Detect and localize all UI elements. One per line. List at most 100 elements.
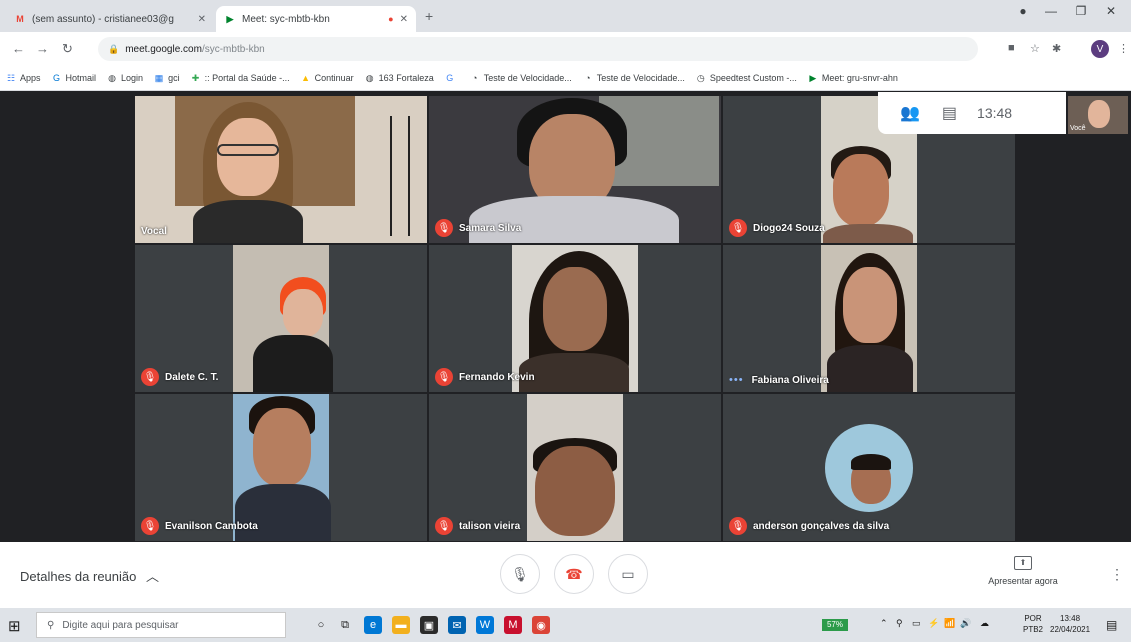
language-code: POR	[1024, 614, 1042, 623]
participant-name: Fabiana Oliveira	[751, 374, 829, 386]
forward-button[interactable]: →	[36, 41, 49, 56]
tray-app-icon[interactable]: ⚲	[896, 618, 903, 629]
camera-permission-icon[interactable]: ■	[1008, 42, 1015, 54]
bookmark-portal[interactable]: ✚:: Portal da Saúde -...	[191, 73, 290, 83]
bookmark-meet[interactable]: ▶ Meet: gru-snvr-ahn	[808, 73, 898, 83]
language-indicator[interactable]: POR PTB2	[1023, 613, 1043, 635]
participant-tile[interactable]: Vocal	[135, 96, 427, 243]
taskbar-search-placeholder: Digite aqui para pesquisar	[62, 619, 179, 631]
more-options-button[interactable]: ⋮	[1110, 566, 1124, 583]
tab-title: (sem assunto) - cristianee03@g	[32, 13, 174, 25]
bookmark-icon: ▦	[154, 73, 164, 83]
search-icon: ⚲	[47, 619, 55, 631]
chat-icon[interactable]: ▤	[942, 103, 957, 123]
tab-gmail[interactable]: M (sem assunto) - cristianee03@g ✕	[6, 6, 214, 32]
drive-icon: ▲	[301, 73, 311, 83]
portal-icon: ✚	[191, 73, 200, 83]
participant-tile[interactable]: 🎙 Samara Silva	[429, 96, 721, 243]
participant-tile[interactable]: 🎙 talison vieira	[429, 394, 721, 541]
address-bar[interactable]: 🔒 meet.google.com/syc-mbtb-kbn	[98, 37, 978, 61]
network-icon[interactable]: 📶	[944, 618, 955, 629]
volume-icon[interactable]: 🔊	[960, 618, 971, 629]
speedtest-icon: ◷	[696, 73, 705, 83]
reload-button[interactable]: ↻	[62, 41, 73, 57]
maximize-button[interactable]: ❐	[1066, 4, 1096, 18]
back-button[interactable]: ←	[12, 41, 25, 56]
chrome-icon[interactable]: ◉	[532, 616, 550, 634]
speed-icon: ◔	[585, 73, 591, 83]
present-now-button[interactable]: ⬆ Apresentar agora	[983, 556, 1063, 586]
taskbar-search[interactable]: ⚲ Digite aqui para pesquisar	[36, 612, 286, 638]
close-tab-icon[interactable]: ✕	[400, 14, 408, 25]
mic-off-icon: 🎙	[435, 517, 453, 535]
store-icon[interactable]: ▣	[420, 616, 438, 634]
bookmark-speed-1[interactable]: ◔ Teste de Velocidade...	[470, 73, 572, 83]
participant-tile[interactable]: 🎙 Dalete C. T.	[135, 245, 427, 392]
usb-icon[interactable]: ⚡	[928, 618, 939, 629]
bookmark-google[interactable]: GG	[445, 73, 459, 83]
mic-off-icon: 🎙	[729, 517, 747, 535]
mic-button[interactable]: 🎙	[500, 554, 540, 594]
present-now-label: Apresentar agora	[988, 576, 1058, 586]
extensions-icon[interactable]: ✱	[1052, 42, 1061, 55]
word-icon[interactable]: W	[476, 616, 494, 634]
edge-icon[interactable]: e	[364, 616, 382, 634]
task-view-icon[interactable]: ⧉	[336, 616, 354, 634]
profile-avatar[interactable]: V	[1091, 40, 1109, 58]
gmail-icon: M	[16, 14, 24, 24]
self-view-tile[interactable]: Você	[1068, 96, 1128, 134]
notifications-icon[interactable]: ▤	[1106, 618, 1117, 632]
minimize-button[interactable]: —	[1036, 4, 1066, 18]
tab-meet[interactable]: ▶ Meet: syc-mbtb-kbn ● ✕	[216, 6, 416, 32]
glasses-image	[217, 144, 279, 156]
mic-off-icon: 🎙	[435, 219, 453, 237]
bookmark-login[interactable]: ◍ Login	[107, 73, 143, 83]
mail-icon[interactable]: ✉	[448, 616, 466, 634]
system-clock[interactable]: 13:48 22/04/2021	[1050, 613, 1090, 635]
bookmark-apps[interactable]: ☷ Apps	[6, 73, 41, 83]
star-icon[interactable]: ☆	[1030, 42, 1040, 55]
bookmark-continuar[interactable]: ▲ Continuar	[301, 73, 354, 83]
bookmark-label: Login	[121, 73, 144, 83]
participant-name: anderson gonçalves da silva	[753, 520, 890, 532]
bookmark-label: Speedtest Custom -...	[709, 73, 797, 83]
participant-name: Samara Silva	[459, 222, 522, 234]
battery-icon[interactable]: ▭	[912, 618, 921, 629]
mcafee-icon[interactable]: M	[504, 616, 522, 634]
meeting-clock: 13:48	[977, 105, 1013, 121]
close-tab-icon[interactable]: ✕	[198, 14, 206, 25]
participant-tile[interactable]: 🎙 anderson gonçalves da silva	[723, 394, 1015, 541]
participant-name: talison vieira	[459, 520, 521, 532]
new-tab-button[interactable]: +	[425, 8, 433, 24]
meeting-details-button[interactable]: Detalhes da reunião ︿	[20, 566, 159, 585]
url-host: meet.google.com	[125, 43, 202, 55]
bookmark-hotmail[interactable]: G Hotmail	[52, 73, 96, 83]
close-window-button[interactable]: ✕	[1096, 4, 1126, 18]
meet-icon: ▶	[809, 73, 817, 83]
meet-stage: Vocal 🎙 Samara Silva 🎙 Diogo24 Souza 🎙 D…	[0, 92, 1131, 542]
tab-title: Meet: syc-mbtb-kbn	[242, 13, 330, 25]
participant-tile[interactable]: ••• Fabiana Oliveira	[723, 245, 1015, 392]
bookmark-label: Teste de Velocidade...	[483, 73, 572, 83]
file-explorer-icon[interactable]: ▬	[392, 616, 410, 634]
participant-tile[interactable]: 🎙 Fernando Kevin	[429, 245, 721, 392]
bookmark-speed-2[interactable]: ◔ Teste de Velocidade...	[583, 73, 685, 83]
speed-icon: ◔	[472, 73, 478, 83]
participants-icon[interactable]: 👥	[900, 103, 920, 123]
participant-tile[interactable]: 🎙 Evanilson Cambota	[135, 394, 427, 541]
camera-button[interactable]: ▭	[608, 554, 648, 594]
hang-up-icon: ☎	[565, 565, 583, 582]
bookmark-163-fortaleza[interactable]: ◍ 163 Fortaleza	[365, 73, 434, 83]
menu-icon[interactable]: ⋮	[1118, 42, 1129, 55]
windows-start-icon[interactable]: ⊞	[8, 617, 21, 635]
bookmark-speedtest[interactable]: ◷ Speedtest Custom -...	[696, 73, 797, 83]
show-hidden-icons[interactable]: ⌃	[880, 618, 888, 629]
bookmark-label: Apps	[20, 73, 41, 83]
battery-indicator[interactable]: 57%	[822, 619, 848, 631]
leave-call-button[interactable]: ☎	[554, 554, 594, 594]
apps-icon: ☷	[6, 73, 16, 83]
onedrive-icon[interactable]: ☁	[980, 618, 989, 629]
bookmark-gci[interactable]: ▦ gci	[154, 73, 180, 83]
tab-strip: M (sem assunto) - cristianee03@g ✕ ▶ Mee…	[0, 0, 1131, 32]
cortana-icon[interactable]: ○	[312, 616, 330, 634]
